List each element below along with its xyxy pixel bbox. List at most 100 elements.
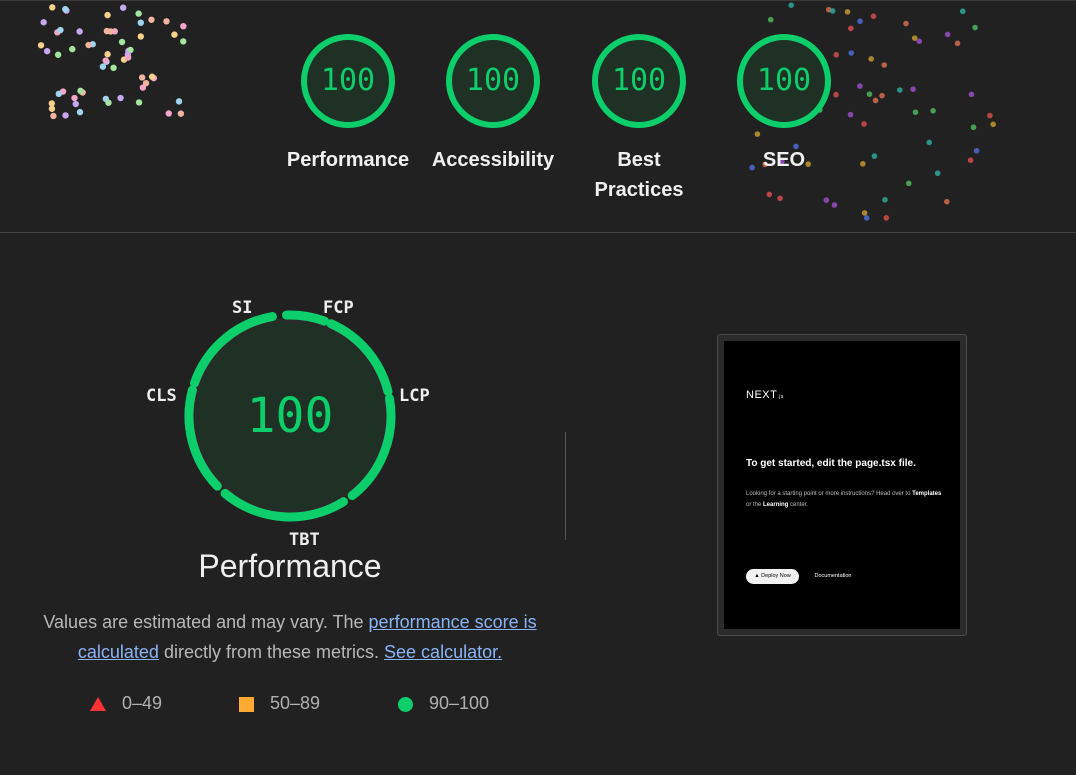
confetti-dot xyxy=(857,18,863,25)
see-calculator-link[interactable]: See calculator. xyxy=(384,642,502,662)
legend-average: 50–89 xyxy=(239,693,320,714)
confetti-dot xyxy=(137,33,144,40)
confetti-dot xyxy=(788,2,794,8)
confetti-dot xyxy=(48,105,56,112)
category-label: Performance xyxy=(286,149,410,171)
confetti-dot xyxy=(879,92,885,99)
screenshot-heading: To get started, edit the page.tsx file. xyxy=(746,458,916,469)
documentation-button: Documentation xyxy=(806,569,860,584)
confetti-dot xyxy=(861,210,868,216)
confetti-dot xyxy=(49,4,56,11)
confetti-dot xyxy=(987,112,993,119)
confetti-dot xyxy=(54,51,62,58)
confetti-dot xyxy=(165,110,172,117)
confetti-dot xyxy=(872,97,879,104)
description-text-2: directly from these metrics. xyxy=(158,642,380,662)
metric-label-cls[interactable]: CLS xyxy=(146,386,177,406)
confetti-dot xyxy=(829,8,836,14)
learning-text: Learning xyxy=(763,502,789,508)
confetti-dot xyxy=(62,5,69,13)
confetti-dot xyxy=(777,195,783,202)
confetti-dot xyxy=(944,198,950,205)
confetti-dot xyxy=(944,31,951,38)
confetti-dot xyxy=(870,13,877,19)
confetti-dot xyxy=(823,197,830,203)
gauge-score: 100 xyxy=(465,63,521,98)
confetti-dot xyxy=(142,79,150,87)
confetti-dot xyxy=(990,121,996,128)
metric-label-fcp[interactable]: FCP xyxy=(323,298,354,318)
metric-label-si[interactable]: SI xyxy=(232,298,252,318)
confetti-dot xyxy=(847,111,854,118)
confetti-dot xyxy=(912,109,919,116)
confetti-dot xyxy=(766,191,773,198)
confetti-dot xyxy=(911,35,918,41)
confetti-dot xyxy=(105,99,112,106)
confetti-dot xyxy=(954,40,961,47)
confetti-dot xyxy=(177,110,185,117)
gauge-seo[interactable]: 100 xyxy=(736,33,832,129)
confetti-dot xyxy=(137,19,144,26)
confetti-dot xyxy=(50,112,57,120)
confetti-dot xyxy=(148,73,156,80)
logo-text: NEXT xyxy=(746,389,778,401)
gauge-performance[interactable]: 100 xyxy=(300,33,396,129)
body-text: Looking for a starting point or more ins… xyxy=(746,491,913,497)
gauge-label-performance: Performance xyxy=(268,129,428,175)
gauge-score: 100 xyxy=(756,63,812,98)
confetti-dot xyxy=(861,121,867,127)
confetti-dot xyxy=(882,197,888,203)
confetti-dot xyxy=(175,98,183,105)
confetti-dot xyxy=(118,38,126,46)
legend-fail-range: 0–49 xyxy=(122,693,163,713)
confetti-dot xyxy=(99,63,107,70)
gauge-score: 100 xyxy=(611,63,667,98)
confetti-dot xyxy=(959,8,966,15)
confetti-dot xyxy=(69,45,76,53)
confetti-dot xyxy=(910,86,916,92)
confetti-dot xyxy=(905,180,912,187)
confetti-dot xyxy=(180,22,187,30)
metric-label-lcp[interactable]: LCP xyxy=(399,386,430,406)
confetti-dot xyxy=(62,112,69,119)
gauge-label-seo: SEO xyxy=(704,129,864,175)
confetti-dot xyxy=(55,90,62,98)
confetti-dot xyxy=(43,47,51,55)
confetti-dot xyxy=(883,215,890,221)
confetti-dot xyxy=(76,108,84,116)
confetti-dot xyxy=(163,18,170,25)
confetti-dot xyxy=(124,54,132,61)
category-label: Accessibility xyxy=(431,149,555,171)
screenshot-body: Looking for a starting point or more ins… xyxy=(746,489,946,511)
confetti-dot xyxy=(767,16,774,23)
confetti-dot xyxy=(104,51,111,58)
score-description: Values are estimated and may vary. The p… xyxy=(30,607,550,667)
confetti-dot xyxy=(117,94,124,102)
templates-text: Templates xyxy=(912,491,942,497)
nextjs-logo: NEXT.js xyxy=(746,389,784,401)
confetti-dot xyxy=(916,38,923,45)
gauge-accessibility[interactable]: 100 xyxy=(445,33,541,129)
confetti-dot xyxy=(180,38,187,45)
final-screenshot[interactable]: NEXT.js To get started, edit the page.ts… xyxy=(717,334,967,636)
confetti-dot xyxy=(171,31,178,38)
confetti-dot xyxy=(85,41,92,49)
confetti-dot xyxy=(844,9,851,15)
gauge-label-accessibility: Accessibility xyxy=(413,129,573,175)
confetti-dot xyxy=(863,215,870,221)
confetti-dot xyxy=(107,28,114,35)
confetti-dot xyxy=(104,11,111,19)
confetti-dot xyxy=(135,10,142,17)
gauge-best-practices[interactable]: 100 xyxy=(591,33,687,129)
section-divider xyxy=(565,432,566,540)
circle-icon xyxy=(398,696,413,712)
confetti-dot xyxy=(57,26,64,34)
confetti-dot xyxy=(926,139,933,146)
metric-label-tbt[interactable]: TBT xyxy=(289,530,320,550)
legend-average-range: 50–89 xyxy=(270,693,321,713)
confetti-dot xyxy=(934,170,941,177)
category-label: SEO xyxy=(762,149,806,171)
confetti-dot xyxy=(868,56,874,62)
confetti-dot xyxy=(881,62,888,68)
category-summary: 100 Performance 100 Accessibility 100 Be… xyxy=(0,0,1076,233)
